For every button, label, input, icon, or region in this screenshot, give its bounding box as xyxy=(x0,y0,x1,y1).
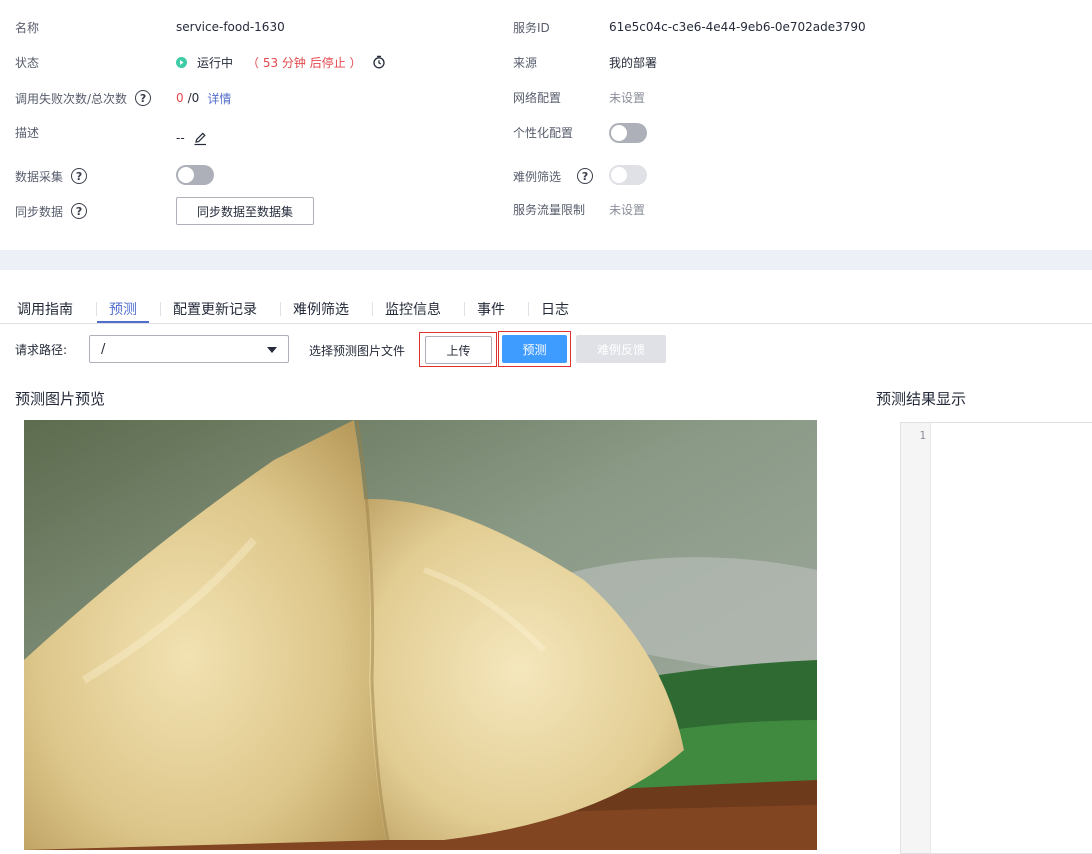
service-id-value: 61e5c04c-c3e6-4e44-9eb6-0e702ade3790 xyxy=(609,20,866,34)
desc-value: -- xyxy=(176,131,185,145)
network-row: 网络配置 xyxy=(513,85,561,109)
name-value-row: service-food-1630 xyxy=(176,15,285,39)
tab-predict[interactable]: 预测 xyxy=(109,299,137,319)
collect-row: 数据采集 ? xyxy=(15,164,88,188)
status-label: 状态 xyxy=(15,55,40,70)
sync-button-row: 同步数据至数据集 xyxy=(176,197,314,225)
source-value: 我的部署 xyxy=(609,55,658,70)
service-id-row: 服务ID xyxy=(513,15,550,39)
status-value-row: 运行中 （ 53 分钟 后停止 ） xyxy=(176,50,386,74)
request-path-select[interactable]: / xyxy=(89,335,289,363)
request-path-value: / xyxy=(101,342,106,357)
upload-button[interactable]: 上传 xyxy=(425,336,492,364)
tab-hard-example[interactable]: 难例筛选 xyxy=(293,299,349,319)
detail-tabs: 调用指南 预测 配置更新记录 难例筛选 监控信息 事件 日志 xyxy=(0,292,1092,324)
sync-label: 同步数据 xyxy=(15,204,64,219)
calls-help-icon[interactable]: ? xyxy=(135,90,152,106)
tab-monitoring[interactable]: 监控信息 xyxy=(385,299,441,319)
predict-toolbar: 请求路径: / 选择预测图片文件 上传 预测 难例反馈 xyxy=(0,331,1092,368)
limit-value-row: 未设置 xyxy=(609,197,645,221)
service-name: service-food-1630 xyxy=(176,20,285,34)
hard-feedback-button: 难例反馈 xyxy=(576,335,666,363)
section-divider-band xyxy=(0,250,1092,270)
desc-label: 描述 xyxy=(15,125,40,140)
collect-help-icon[interactable]: ? xyxy=(71,168,88,184)
tab-logs[interactable]: 日志 xyxy=(541,299,569,319)
tab-separator xyxy=(528,302,529,316)
personal-config-toggle[interactable] xyxy=(609,123,647,143)
name-label: 名称 xyxy=(15,20,40,35)
zongzi-photo xyxy=(24,420,817,850)
preview-title: 预测图片预览 xyxy=(15,390,106,408)
chevron-down-icon xyxy=(267,347,277,353)
calls-failed: 0 xyxy=(176,91,184,105)
network-label: 网络配置 xyxy=(513,90,562,105)
line-number: 1 xyxy=(919,429,926,442)
sync-row: 同步数据 ? xyxy=(15,199,88,223)
tab-call-guide[interactable]: 调用指南 xyxy=(17,299,73,319)
limit-row: 服务流量限制 xyxy=(513,197,585,221)
service-id-label: 服务ID xyxy=(513,20,550,35)
running-icon xyxy=(176,56,187,68)
hard-label: 难例筛选 xyxy=(513,169,562,184)
preview-image xyxy=(24,420,817,850)
personal-toggle-row xyxy=(609,121,647,145)
personal-label: 个性化配置 xyxy=(513,125,574,140)
predict-button[interactable]: 预测 xyxy=(502,335,567,363)
hard-help-icon[interactable]: ? xyxy=(577,168,594,184)
limit-value: 未设置 xyxy=(609,202,646,217)
collect-toggle-row xyxy=(176,163,214,187)
tab-separator xyxy=(280,302,281,316)
limit-label: 服务流量限制 xyxy=(513,202,586,217)
network-value: 未设置 xyxy=(609,90,646,105)
tab-separator xyxy=(96,302,97,316)
source-row: 来源 xyxy=(513,50,537,74)
calls-label: 调用失败次数/总次数 xyxy=(15,91,128,106)
service-info-panel: 名称 service-food-1630 状态 运行中 （ 53 分钟 后停止 … xyxy=(0,0,1092,250)
status-value: 运行中 xyxy=(197,55,234,70)
tab-config-history[interactable]: 配置更新记录 xyxy=(173,299,257,319)
tab-separator xyxy=(464,302,465,316)
calls-total: /0 xyxy=(187,91,200,105)
active-tab-underline xyxy=(97,321,149,323)
data-collect-toggle[interactable] xyxy=(176,165,214,185)
status-warning: （ 53 分钟 后停止 ） xyxy=(247,55,362,70)
line-gutter: 1 xyxy=(901,423,931,853)
tab-events[interactable]: 事件 xyxy=(477,299,505,319)
result-title: 预测结果显示 xyxy=(876,390,967,408)
result-code-editor[interactable]: 1 xyxy=(900,422,1092,854)
collect-label: 数据采集 xyxy=(15,169,64,184)
choose-file-label: 选择预测图片文件 xyxy=(309,344,406,358)
timer-icon[interactable] xyxy=(372,55,386,69)
name-row: 名称 xyxy=(15,15,39,39)
personal-row: 个性化配置 xyxy=(513,120,573,144)
path-label: 请求路径: xyxy=(15,343,68,357)
calls-row: 调用失败次数/总次数 ? xyxy=(15,86,152,110)
source-label: 来源 xyxy=(513,55,538,70)
calls-value-row: 0 /0 详情 xyxy=(176,86,231,110)
desc-value-row: -- xyxy=(176,126,208,150)
status-row: 状态 xyxy=(15,50,39,74)
calls-detail-link[interactable]: 详情 xyxy=(207,90,231,107)
sync-help-icon[interactable]: ? xyxy=(71,203,88,219)
hard-toggle-row xyxy=(609,163,647,187)
network-value-row: 未设置 xyxy=(609,85,645,109)
sync-dataset-button[interactable]: 同步数据至数据集 xyxy=(176,197,314,225)
tab-separator xyxy=(372,302,373,316)
desc-row: 描述 xyxy=(15,120,39,144)
hard-example-toggle xyxy=(609,165,647,185)
tab-separator xyxy=(160,302,161,316)
service-id-value-row: 61e5c04c-c3e6-4e44-9eb6-0e702ade3790 xyxy=(609,15,866,39)
hard-row: 难例筛选 ? xyxy=(513,164,594,188)
source-value-row: 我的部署 xyxy=(609,50,657,74)
edit-icon[interactable] xyxy=(193,131,208,146)
